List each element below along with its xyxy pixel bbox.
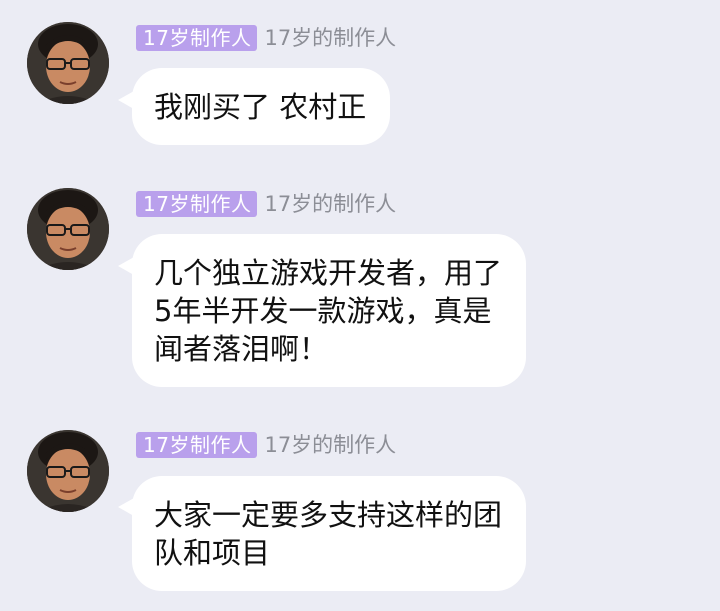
sender-nickname[interactable]: 17岁的制作人 [264,25,396,51]
message-header: 17岁制作人 17岁的制作人 [136,190,396,218]
title-badge: 17岁制作人 [136,191,258,217]
message-header: 17岁制作人 17岁的制作人 [136,24,396,52]
sender-nickname[interactable]: 17岁的制作人 [264,191,396,217]
person-photo-icon [27,430,109,512]
message-bubble[interactable]: 几个独立游戏开发者，用了 5年半开发一款游戏，真是 闻者落泪啊！ [132,234,527,387]
user-avatar[interactable] [27,188,109,270]
person-photo-icon [27,22,109,104]
message-bubble[interactable]: 我刚买了 农村正 [132,68,391,145]
title-badge: 17岁制作人 [136,432,258,458]
user-avatar[interactable] [27,430,109,512]
sender-nickname[interactable]: 17岁的制作人 [264,432,396,458]
user-avatar[interactable] [27,22,109,104]
person-photo-icon [27,188,109,270]
title-badge: 17岁制作人 [136,25,258,51]
message-header: 17岁制作人 17岁的制作人 [136,431,396,459]
chat-message-list[interactable]: 17岁制作人 17岁的制作人 我刚买了 农村正 17岁制作人 17岁的制作人 几… [0,0,720,611]
message-bubble[interactable]: 大家一定要多支持这样的团 队和项目 [132,476,527,591]
